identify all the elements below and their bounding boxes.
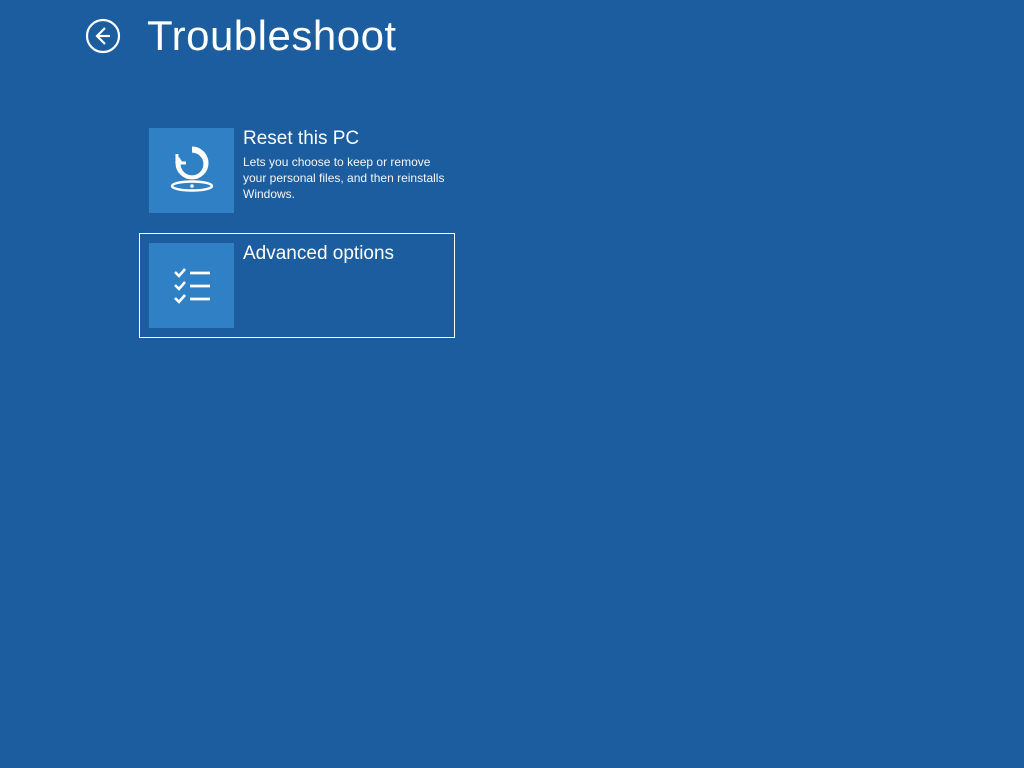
header: Troubleshoot	[0, 0, 1024, 60]
options-container: Reset this PC Lets you choose to keep or…	[139, 118, 1024, 338]
advanced-icon-container	[149, 243, 234, 328]
option-advanced-options[interactable]: Advanced options	[139, 233, 455, 338]
option-reset-this-pc[interactable]: Reset this PC Lets you choose to keep or…	[139, 118, 455, 223]
reset-icon-container	[149, 128, 234, 213]
back-button[interactable]	[85, 18, 121, 54]
checklist-icon	[165, 259, 219, 313]
tile-content: Advanced options	[243, 243, 445, 328]
option-description: Lets you choose to keep or remove your p…	[243, 154, 445, 203]
back-arrow-icon	[85, 18, 121, 54]
option-title: Reset this PC	[243, 128, 445, 151]
page-title: Troubleshoot	[147, 12, 397, 60]
tile-content: Reset this PC Lets you choose to keep or…	[243, 128, 445, 213]
option-title: Advanced options	[243, 243, 445, 266]
reset-icon	[165, 144, 219, 198]
